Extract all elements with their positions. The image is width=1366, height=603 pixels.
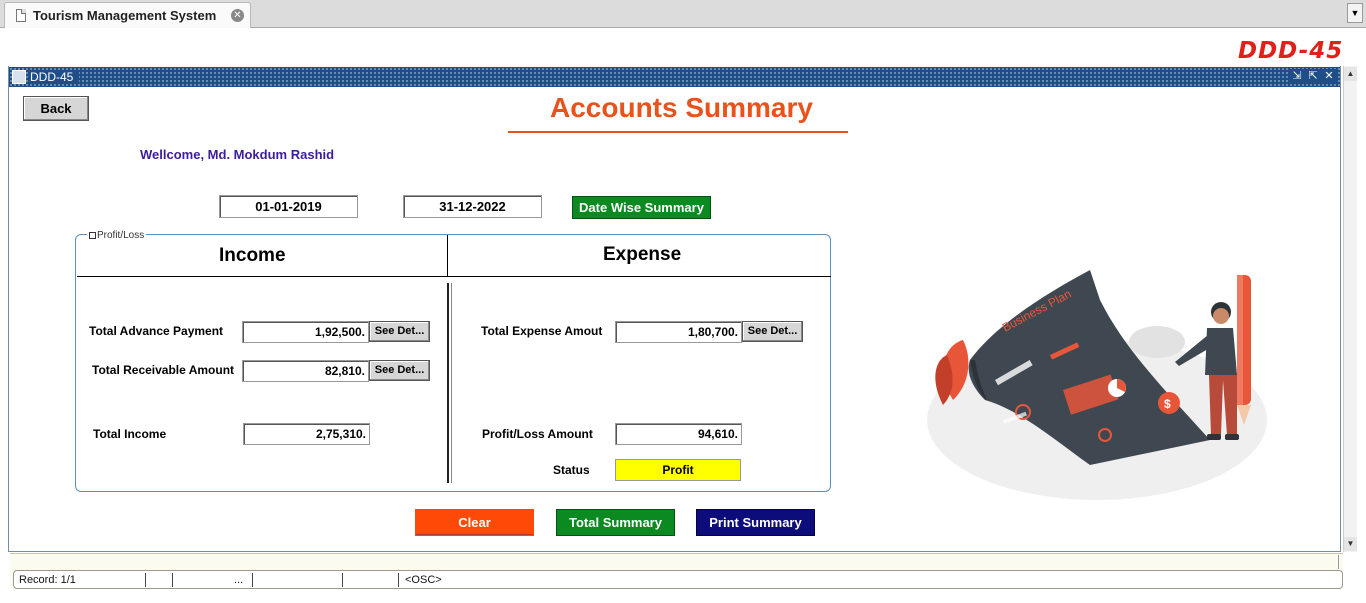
window-title: DDD-45 (30, 70, 80, 84)
tabs-dropdown-button[interactable]: ▼ (1347, 3, 1363, 23)
date-wise-summary-button[interactable]: Date Wise Summary (572, 196, 711, 219)
scroll-down-icon[interactable]: ▼ (1344, 537, 1357, 551)
profit-loss-field[interactable]: 94,610. (615, 423, 742, 445)
advance-payment-see-details-button[interactable]: See Det... (369, 321, 430, 342)
header-divider (77, 276, 831, 277)
panel-label: Profit/Loss (87, 230, 147, 241)
close-tab-icon[interactable]: ✕ (231, 9, 244, 22)
window-title-bar[interactable] (9, 67, 1340, 87)
status-field[interactable]: Profit (615, 459, 741, 481)
total-summary-button[interactable]: Total Summary (556, 509, 675, 536)
advance-payment-label: Total Advance Payment (89, 324, 224, 338)
advance-payment-field[interactable]: 1,92,500. (242, 321, 369, 343)
back-button[interactable]: Back (23, 96, 89, 121)
svg-text:$: $ (1164, 397, 1171, 411)
close-window-icon[interactable]: ✕ (1322, 69, 1336, 83)
status-bar: Record: 1/1 ... <OSC> (13, 570, 1343, 589)
status-bar-edge (1338, 555, 1339, 569)
title-underline (508, 131, 848, 133)
receivable-see-details-button[interactable]: See Det... (369, 360, 430, 381)
status-separator (172, 573, 173, 587)
mode-indicator: <OSC> (405, 574, 442, 586)
date-from-field[interactable]: 01-01-2019 (219, 195, 358, 218)
expense-header: Expense (603, 244, 682, 265)
column-divider (447, 283, 452, 483)
page-title: Accounts Summary (550, 92, 813, 123)
status-separator (398, 573, 399, 587)
vertical-scrollbar[interactable]: ▲ ▼ (1343, 66, 1357, 552)
status-separator (342, 573, 343, 587)
receivable-amount-label: Total Receivable Amount (92, 363, 235, 377)
total-expense-label: Total Expense Amout (481, 324, 603, 338)
business-plan-illustration: Business Plan $ (927, 270, 1267, 500)
total-expense-field[interactable]: 1,80,700. (615, 321, 742, 343)
status-label: Status (553, 463, 590, 477)
panel-label-text: Profit/Loss (97, 230, 145, 241)
minimize-icon[interactable]: ⇲ (1290, 69, 1304, 83)
welcome-message: Wellcome, Md. Mokdum Rashid (140, 147, 335, 162)
status-separator (145, 573, 146, 587)
profit-loss-label: Profit/Loss Amount (482, 427, 593, 441)
browser-tab[interactable]: Tourism Management System ✕ (4, 2, 251, 28)
brand-logo: DDD-45 (1238, 38, 1344, 64)
header-column-divider (447, 235, 448, 277)
window-app-icon (12, 70, 26, 84)
expense-see-details-button[interactable]: See Det... (742, 321, 803, 342)
total-income-field[interactable]: 2,75,310. (243, 423, 370, 445)
total-income-label: Total Income (93, 427, 167, 441)
status-separator (252, 573, 253, 587)
income-header: Income (219, 245, 286, 266)
scroll-up-icon[interactable]: ▲ (1344, 67, 1357, 81)
maximize-icon[interactable]: ⇱ (1306, 69, 1320, 83)
clear-button[interactable]: Clear (415, 509, 534, 536)
record-indicator: Record: 1/1 (19, 574, 76, 586)
status-ellipsis: ... (234, 574, 244, 586)
browser-tab-title: Tourism Management System (33, 8, 217, 23)
receivable-amount-field[interactable]: 82,810. (242, 360, 369, 382)
date-to-field[interactable]: 31-12-2022 (403, 195, 542, 218)
checkbox-icon (89, 232, 96, 239)
print-summary-button[interactable]: Print Summary (696, 509, 815, 536)
document-icon (16, 9, 26, 22)
